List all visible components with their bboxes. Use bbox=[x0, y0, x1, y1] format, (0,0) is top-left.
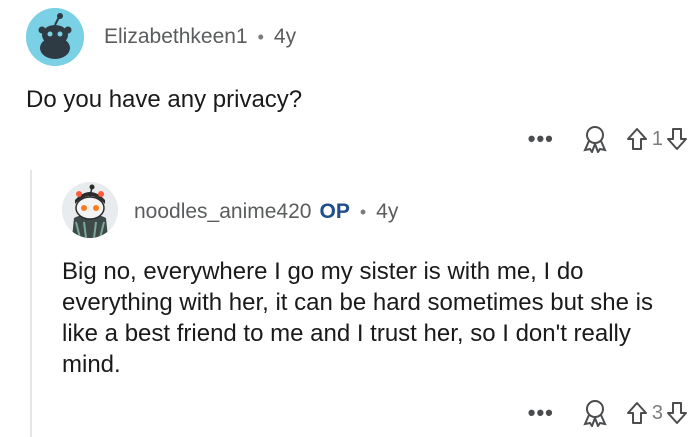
comment-meta: noodles_anime420 OP • 4y bbox=[134, 200, 398, 224]
vote-count: 1 bbox=[651, 127, 663, 150]
user-avatar-icon[interactable] bbox=[26, 8, 84, 66]
award-icon[interactable] bbox=[582, 399, 608, 427]
more-options-icon[interactable]: ••• bbox=[528, 128, 554, 150]
comment-body: Do you have any privacy? bbox=[26, 86, 303, 113]
comment-1: Elizabethkeen1 • 4y Do you have any priv… bbox=[0, 0, 700, 170]
downvote-arrow-icon[interactable] bbox=[666, 401, 688, 425]
meta-separator: • bbox=[257, 26, 264, 47]
upvote-arrow-icon[interactable] bbox=[626, 127, 648, 151]
more-options-icon[interactable]: ••• bbox=[528, 402, 554, 424]
comment-actions: ••• 3 bbox=[528, 396, 688, 430]
comment-age: 4y bbox=[273, 25, 297, 48]
award-icon[interactable] bbox=[582, 125, 608, 153]
upvote-arrow-icon[interactable] bbox=[626, 401, 648, 425]
comment-body: Big no, everywhere I go my sister is wit… bbox=[62, 258, 653, 378]
comment-age: 4y bbox=[376, 200, 399, 223]
user-avatar-icon[interactable] bbox=[62, 182, 118, 238]
comment-actions: ••• 1 bbox=[528, 122, 688, 156]
meta-separator: • bbox=[359, 201, 367, 222]
vote-count: 3 bbox=[651, 401, 663, 424]
username[interactable]: Elizabethkeen1 bbox=[104, 25, 248, 49]
username[interactable]: noodles_anime420 bbox=[134, 200, 311, 224]
downvote-arrow-icon[interactable] bbox=[666, 127, 688, 151]
comment-2: noodles_anime420 OP • 4y Big no, everywh… bbox=[0, 170, 700, 437]
comment-meta: Elizabethkeen1 • 4y bbox=[104, 25, 296, 49]
op-badge: OP bbox=[319, 200, 350, 223]
